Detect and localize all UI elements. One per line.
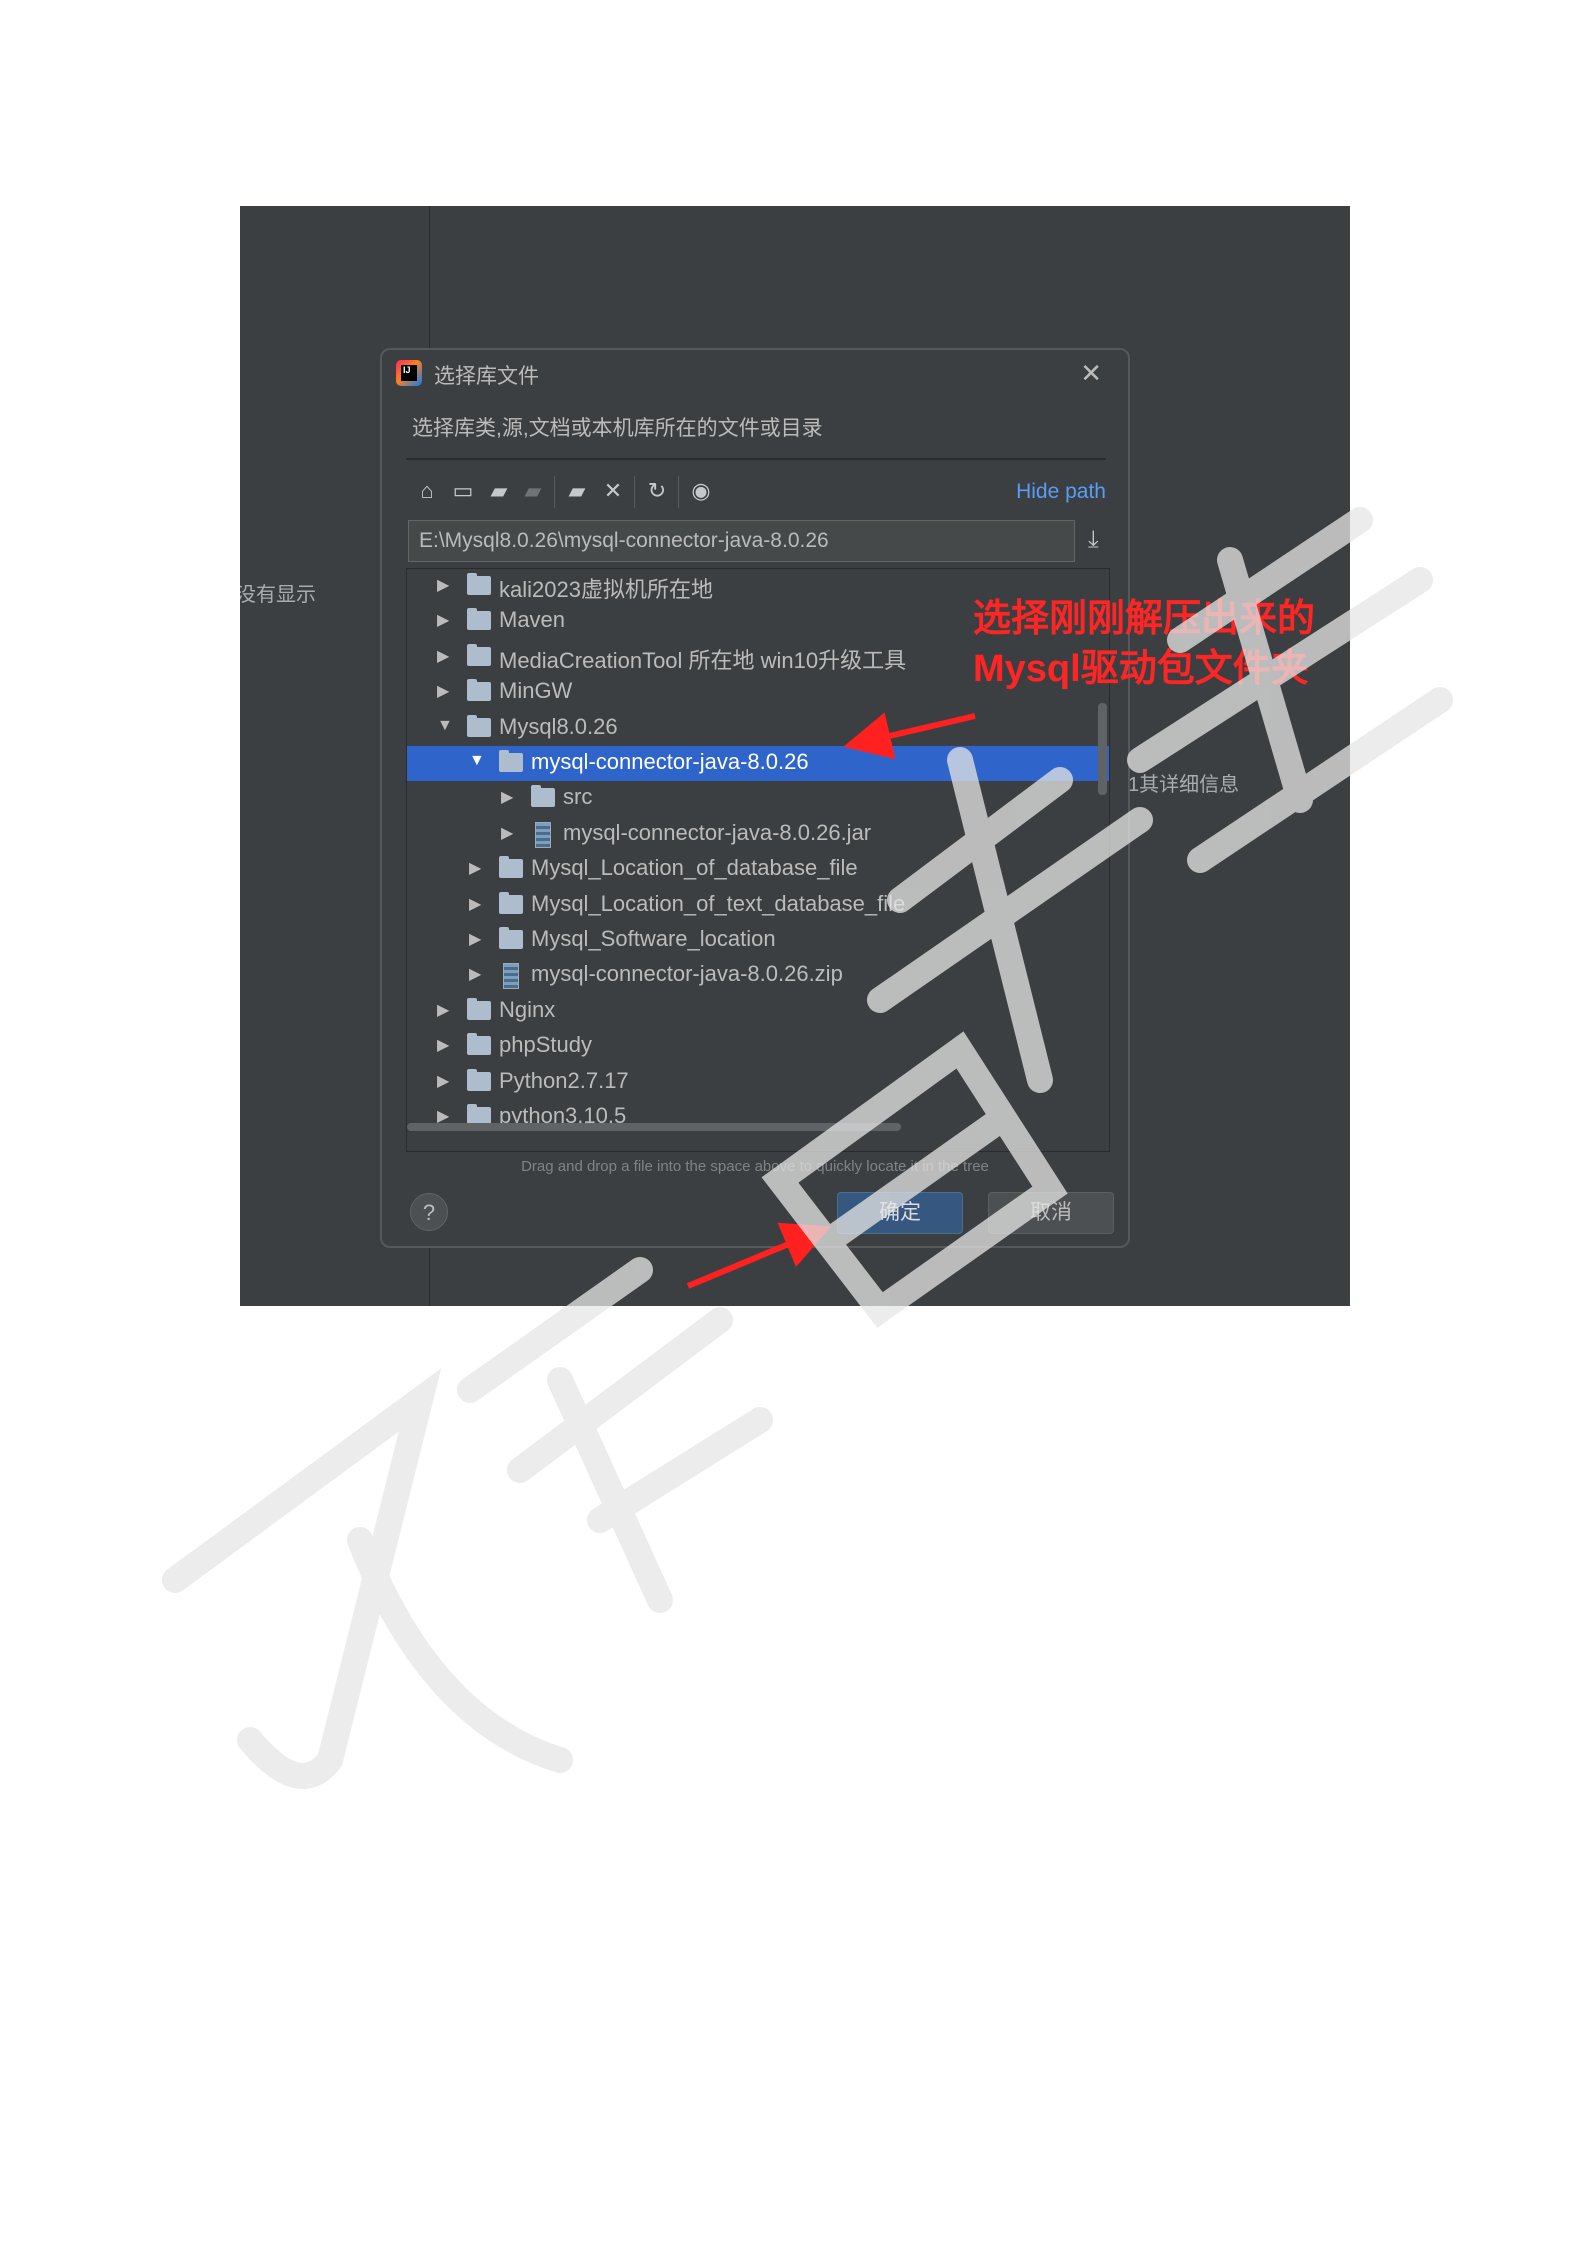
folder-icon: [467, 608, 491, 631]
folder-icon: [499, 891, 523, 914]
collapsed-arrow-icon[interactable]: ▶: [437, 1000, 449, 1020]
divider: [406, 458, 1106, 460]
tree-item-label: MinGW: [499, 678, 573, 704]
archive-icon: [503, 963, 519, 990]
tree-item-label: Nginx: [499, 996, 556, 1022]
home-icon[interactable]: ⌂: [412, 476, 442, 506]
tree-item-label: Mysql8.0.26: [499, 713, 618, 739]
collapsed-arrow-icon[interactable]: ▶: [501, 823, 513, 843]
tree-row[interactable]: ▼ mysql-connector-java-8.0.26: [407, 746, 1109, 781]
toolbar-separator: [678, 476, 679, 508]
vertical-scrollbar[interactable]: [1098, 703, 1107, 795]
collapsed-arrow-icon[interactable]: ▶: [469, 858, 481, 878]
background-text-right: 1其详细信息: [1128, 774, 1240, 796]
show-hidden-icon[interactable]: ◉: [686, 476, 716, 506]
module-folder-icon[interactable]: ▰: [518, 476, 548, 506]
tree-row[interactable]: ▶ Nginx: [407, 994, 1109, 1029]
intellij-app-icon: IJ: [396, 360, 422, 386]
collapsed-arrow-icon[interactable]: ▶: [469, 929, 481, 949]
dialog-titlebar: IJ 选择库文件 ✕: [382, 350, 1128, 398]
collapsed-arrow-icon[interactable]: ▶: [501, 787, 513, 807]
tree-item-label: Maven: [499, 607, 566, 633]
tree-item-label: Mysql_Software_location: [531, 926, 776, 951]
folder-icon: [467, 1033, 491, 1056]
horizontal-scrollbar[interactable]: [407, 1123, 901, 1131]
cancel-button[interactable]: 取消: [988, 1192, 1114, 1234]
close-icon[interactable]: ✕: [1080, 358, 1102, 389]
folder-icon: [499, 856, 523, 879]
delete-icon[interactable]: ✕: [598, 476, 628, 506]
tree-row[interactable]: ▶ Python2.7.17: [407, 1065, 1109, 1100]
tree-item-label: MediaCreationTool 所在地 win10升级工具: [499, 647, 907, 673]
folder-icon: [467, 679, 491, 702]
collapsed-arrow-icon[interactable]: ▶: [437, 681, 449, 701]
file-chooser-toolbar: ⌂ ▭ ▰ ▰ ▰ ✕ ↻ ◉ Hide path: [406, 470, 1106, 514]
folder-icon: [499, 927, 523, 949]
folder-icon: [531, 785, 555, 808]
tree-item-label: mysql-connector-java-8.0.26.jar: [563, 819, 872, 845]
annotation-line-2: Mysql驱动包文件夹: [973, 648, 1309, 690]
tree-item-label: phpStudy: [499, 1032, 592, 1058]
toolbar-separator: [634, 476, 635, 508]
folder-icon: [467, 573, 491, 595]
annotation-line-1: 选择刚刚解压出来的: [973, 598, 1316, 640]
collapsed-arrow-icon[interactable]: ▶: [437, 575, 449, 595]
folder-icon: [467, 1068, 491, 1091]
folder-icon: [467, 997, 491, 1020]
tree-row[interactable]: ▶ mysql-connector-java-8.0.26.zip: [407, 958, 1109, 993]
help-button[interactable]: ?: [410, 1193, 448, 1231]
tree-item-label: src: [563, 784, 593, 810]
tree-row[interactable]: ▶ src: [407, 781, 1109, 816]
background-text-left: 没有显示: [240, 584, 316, 606]
tree-row[interactable]: ▼ Mysql8.0.26: [407, 711, 1109, 746]
new-folder-icon[interactable]: ▰: [562, 476, 592, 506]
tree-row[interactable]: ▶ Mysql_Location_of_text_database_file: [407, 888, 1109, 923]
tree-item-label: Mysql_Location_of_database_file: [531, 855, 858, 881]
dialog-subtitle: 选择库类,源,文档或本机库所在的文件或目录: [412, 417, 823, 440]
collapsed-arrow-icon[interactable]: ▶: [437, 1035, 449, 1055]
folder-icon: [467, 714, 491, 737]
ok-button[interactable]: 确定: [837, 1192, 963, 1234]
tree-row[interactable]: ▶ mysql-connector-java-8.0.26.jar: [407, 817, 1109, 852]
tree-item-label: kali2023虚拟机所在地: [499, 577, 713, 602]
folder-icon: [499, 750, 523, 772]
collapsed-arrow-icon[interactable]: ▶: [469, 894, 481, 914]
refresh-icon[interactable]: ↻: [642, 476, 672, 506]
archive-icon: [535, 821, 551, 848]
download-icon[interactable]: ⤓: [1088, 526, 1099, 554]
desktop-icon[interactable]: ▭: [448, 476, 478, 506]
tree-row[interactable]: ▶ phpStudy: [407, 1029, 1109, 1064]
drag-drop-hint: Drag and drop a file into the space abov…: [521, 1158, 989, 1175]
collapsed-arrow-icon[interactable]: ▶: [437, 1071, 449, 1091]
project-folder-icon[interactable]: ▰: [484, 476, 514, 506]
screenshot-area: 没有显示 1其详细信息 IJ 选择库文件 ✕ 选择库类,源,文档或本机库所在的文…: [240, 206, 1350, 1306]
choose-library-dialog: IJ 选择库文件 ✕ 选择库类,源,文档或本机库所在的文件或目录 ⌂ ▭ ▰ ▰…: [380, 348, 1130, 1248]
tree-item-label: mysql-connector-java-8.0.26: [531, 749, 809, 774]
tree-item-label: mysql-connector-java-8.0.26.zip: [531, 961, 843, 987]
expanded-arrow-icon[interactable]: ▼: [437, 717, 453, 735]
collapsed-arrow-icon[interactable]: ▶: [469, 964, 481, 984]
expanded-arrow-icon[interactable]: ▼: [469, 752, 485, 770]
collapsed-arrow-icon[interactable]: ▶: [437, 646, 449, 666]
tree-item-label: Python2.7.17: [499, 1067, 629, 1093]
tree-item-label: Mysql_Location_of_text_database_file: [531, 890, 906, 916]
hide-path-link[interactable]: Hide path: [1016, 480, 1106, 504]
dialog-title: 选择库文件: [434, 365, 539, 388]
tree-row[interactable]: ▶ Mysql_Software_location: [407, 923, 1109, 958]
folder-icon: [467, 643, 491, 666]
path-input[interactable]: E:\Mysql8.0.26\mysql-connector-java-8.0.…: [408, 520, 1075, 562]
collapsed-arrow-icon[interactable]: ▶: [437, 610, 449, 630]
tree-row[interactable]: ▶ Mysql_Location_of_database_file: [407, 852, 1109, 887]
toolbar-separator: [554, 476, 555, 508]
red-annotation: 选择刚刚解压出来的 Mysql驱动包文件夹: [973, 594, 1315, 694]
